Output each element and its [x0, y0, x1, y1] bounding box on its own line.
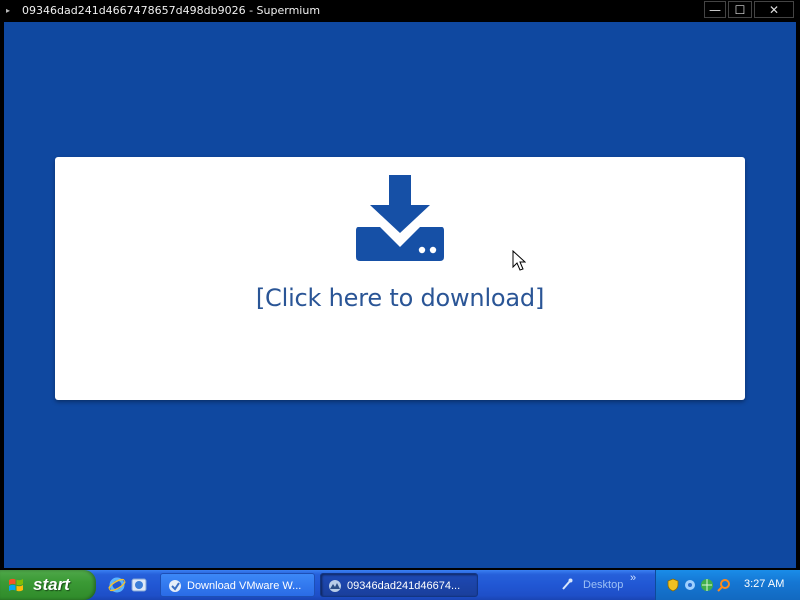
- network-icon[interactable]: [683, 578, 697, 592]
- vmware-icon: [169, 580, 181, 592]
- page-content: [Click here to download]: [4, 22, 796, 568]
- minimize-button[interactable]: —: [704, 1, 726, 18]
- search-tray-icon[interactable]: [717, 578, 731, 592]
- download-card[interactable]: [Click here to download]: [55, 157, 745, 400]
- supermium-icon: [329, 580, 341, 592]
- close-button[interactable]: ✕: [754, 1, 794, 18]
- maximize-button[interactable]: ☐: [728, 1, 752, 18]
- toolbar-chevron-icon[interactable]: »: [630, 572, 636, 584]
- clock[interactable]: 3:27 AM: [744, 578, 784, 590]
- desktop-label: Desktop: [583, 579, 624, 591]
- start-button[interactable]: start: [0, 570, 96, 600]
- mouse-cursor-icon: [512, 250, 526, 271]
- explorer-icon[interactable]: [130, 576, 148, 594]
- taskbar-button-vmware[interactable]: Download VMware W...: [160, 573, 315, 597]
- download-drive-icon[interactable]: [352, 175, 448, 265]
- system-tray: 3:27 AM: [655, 570, 800, 600]
- task-label: 09346dad241d46674...: [347, 580, 461, 592]
- taskbar: start Download VMware W... 09346dad241d4…: [0, 570, 800, 600]
- desktop-icon: [562, 578, 573, 590]
- download-link[interactable]: [Click here to download]: [55, 284, 745, 312]
- window-titlebar[interactable]: ▸ 09346dad241d4667478657d498db9026 - Sup…: [0, 0, 800, 22]
- task-label: Download VMware W...: [187, 580, 302, 592]
- start-label: start: [33, 575, 70, 594]
- security-shield-icon[interactable]: [666, 578, 680, 592]
- globe-icon[interactable]: [700, 578, 714, 592]
- taskbar-button-supermium[interactable]: 09346dad241d46674...: [320, 573, 478, 597]
- window-title: 09346dad241d4667478657d498db9026 - Super…: [22, 4, 321, 17]
- windows-flag-icon: [9, 578, 23, 592]
- ie-icon[interactable]: [108, 576, 126, 594]
- window-frame-right: [796, 22, 800, 568]
- window-app-icon[interactable]: ▸: [6, 7, 10, 15]
